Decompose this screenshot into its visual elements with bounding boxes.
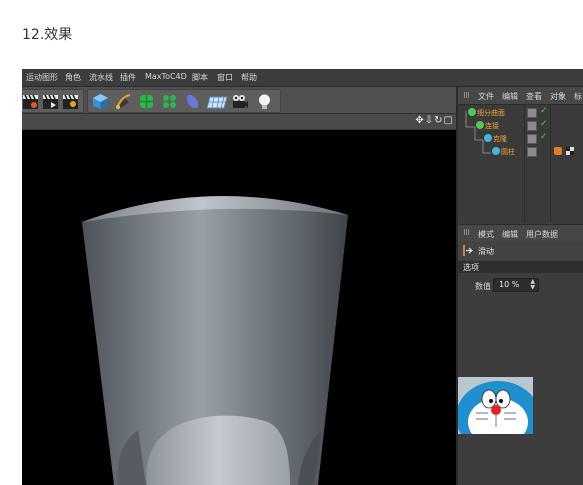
cinema4d-window: 运动图形 角色 流水线 插件 MaxToC4D 脚本 窗口 帮助 ✥⇩↻▢ 文件… [22, 69, 583, 485]
object-manager-list: 细分曲面 ✓ 连接 ✓ 克隆 ✓ 圆柱 [458, 105, 583, 222]
menu-pipeline[interactable]: 流水线 [89, 72, 113, 83]
light-icon[interactable] [256, 93, 273, 110]
enabled-check-icon[interactable]: ✓ [540, 106, 548, 116]
am-tab-edit[interactable]: 编辑 [502, 229, 518, 240]
menu-window[interactable]: 窗口 [217, 72, 233, 83]
value-param-text: 10 % [499, 280, 520, 289]
grip-icon[interactable] [464, 229, 470, 235]
viewport-header: ✥⇩↻▢ [22, 114, 458, 129]
om-tab-object[interactable]: 对象 [550, 91, 566, 102]
attribute-object-title: 滑动 [478, 247, 494, 256]
menu-bar: 运动图形 角色 流水线 插件 MaxToC4D 脚本 窗口 帮助 [22, 69, 583, 87]
viewport-nav-icons[interactable]: ✥⇩↻▢ [415, 115, 454, 126]
right-panel: 文件 编辑 查看 对象 标 细分曲面 ✓ 连接 ✓ 克隆 ✓ 圆柱 模式 编辑 … [458, 87, 583, 485]
value-spinner-icon[interactable]: ▲ ▼ [530, 279, 535, 291]
object-tool-group [87, 89, 281, 113]
visibility-toggle[interactable] [527, 108, 537, 118]
menu-character[interactable]: 角色 [65, 72, 81, 83]
options-section-tab[interactable]: 选项 [458, 261, 583, 273]
menu-mograph[interactable]: 运动图形 [26, 72, 58, 83]
array-icon[interactable] [161, 93, 178, 110]
menu-script[interactable]: 脚本 [192, 72, 208, 83]
visibility-toggle[interactable] [527, 121, 537, 131]
render-region-icon[interactable] [42, 93, 59, 110]
deformer-icon[interactable] [184, 93, 201, 110]
column-divider [524, 105, 525, 222]
visibility-toggle[interactable] [527, 134, 537, 144]
am-tab-mode[interactable]: 模式 [478, 229, 494, 240]
object-manager-header: 文件 编辑 查看 对象 标 [458, 87, 583, 105]
grip-icon[interactable] [464, 92, 470, 98]
phong-tag-icon[interactable] [566, 147, 574, 155]
render-settings-icon[interactable] [62, 93, 79, 110]
om-tab-view[interactable]: 查看 [526, 91, 542, 102]
slide-deformer-icon [463, 245, 473, 256]
menu-maxtoc4d[interactable]: MaxToC4D [145, 72, 187, 81]
3d-viewport[interactable] [22, 130, 456, 485]
om-tab-tags[interactable]: 标 [574, 91, 582, 102]
hierarchy-lines [465, 111, 491, 154]
value-param-label: 数值 [475, 282, 491, 291]
attribute-title-bar: 滑动 [458, 241, 583, 260]
subdivision-icon[interactable] [138, 93, 155, 110]
render-tool-group [22, 89, 84, 113]
om-tab-edit[interactable]: 编辑 [502, 91, 518, 102]
material-tag-icon[interactable] [554, 147, 562, 155]
page-heading: 12.效果 [22, 27, 73, 43]
floor-icon[interactable] [206, 93, 228, 110]
am-tab-userdata[interactable]: 用户数据 [526, 229, 558, 240]
doraemon-avatar-image [458, 377, 533, 434]
menu-help[interactable]: 帮助 [241, 72, 257, 83]
camera-icon[interactable] [232, 93, 249, 110]
cup-model [82, 196, 348, 485]
attribute-manager-header: 模式 编辑 用户数据 [458, 224, 583, 241]
main-toolbar [22, 87, 458, 114]
attribute-manager: 滑动 选项 数值 10 % ▲ ▼ [458, 241, 583, 381]
enabled-check-icon[interactable]: ✓ [540, 119, 548, 129]
options-tab-label: 选项 [463, 263, 479, 272]
cube-icon[interactable] [92, 93, 109, 110]
visibility-toggle[interactable] [527, 147, 537, 157]
pen-spline-icon[interactable] [115, 93, 132, 110]
menu-plugins[interactable]: 插件 [120, 72, 136, 83]
om-tab-file[interactable]: 文件 [478, 91, 494, 102]
object-name: 圆柱 [501, 148, 515, 156]
enabled-check-icon[interactable]: ✓ [540, 132, 548, 142]
render-view-icon[interactable] [22, 93, 39, 110]
value-param-field[interactable]: 10 % ▲ ▼ [493, 278, 539, 292]
column-divider [550, 105, 551, 222]
